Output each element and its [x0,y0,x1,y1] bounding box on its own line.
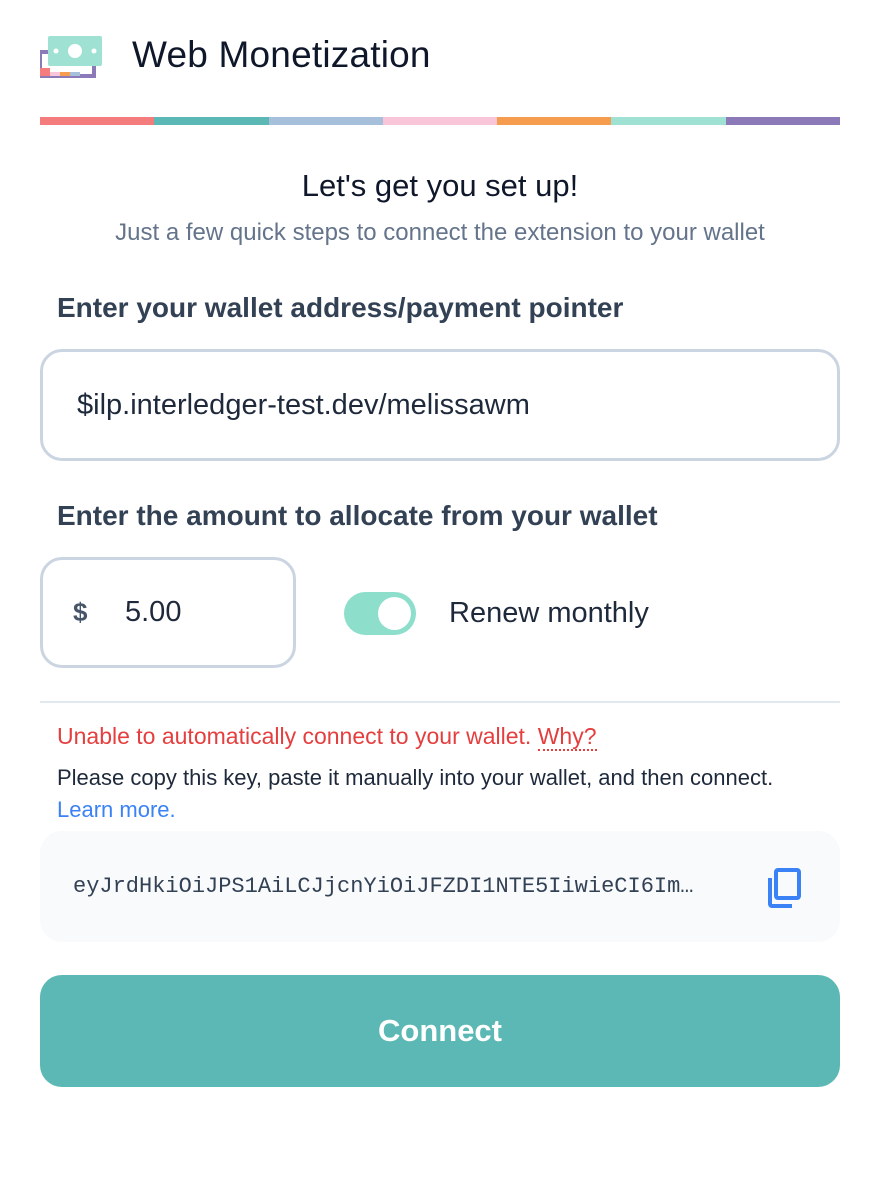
app-title: Web Monetization [132,34,431,75]
why-link[interactable]: Why? [537,723,597,751]
amount-field[interactable]: $ [40,557,296,668]
rainbow-segment [268,117,383,125]
rainbow-segment [611,117,726,125]
rainbow-segment [382,117,498,125]
money-bill-icon [40,32,102,78]
setup-heading: Let's get you set up! [301,168,579,203]
amount-label: Enter the amount to allocate from your w… [57,500,658,531]
rainbow-segment [40,117,155,125]
copy-icon[interactable] [766,868,802,908]
renew-monthly-label: Renew monthly [449,597,649,629]
public-key-box: eyJrdHkiOiJPS1AiLCJjcnYiOiJFZDI1NTE5Iiwi… [40,831,840,942]
renew-monthly-toggle[interactable] [344,592,416,635]
section-divider [40,701,840,703]
rainbow-segment [154,117,269,125]
toggle-knob [378,597,411,630]
connect-button[interactable]: Connect [40,975,840,1087]
wallet-address-input[interactable] [40,349,840,461]
amount-input[interactable] [125,596,275,629]
setup-subheading: Just a few quick steps to connect the ex… [115,219,765,246]
error-message: Unable to automatically connect to your … [57,723,532,749]
rainbow-divider [40,117,840,125]
app-header: Web Monetization [40,28,431,82]
manual-key-instructions: Please copy this key, paste it manually … [57,762,827,826]
currency-symbol: $ [73,597,88,627]
info-text: Please copy this key, paste it manually … [57,765,774,790]
connection-error: Unable to automatically connect to your … [57,723,597,751]
public-key-text: eyJrdHkiOiJPS1AiLCJjcnYiOiJFZDI1NTE5Iiwi… [73,874,694,899]
rainbow-segment [497,117,612,125]
wallet-address-label: Enter your wallet address/payment pointe… [57,292,624,323]
rainbow-segment [725,117,840,125]
learn-more-link[interactable]: Learn more. [57,797,176,822]
